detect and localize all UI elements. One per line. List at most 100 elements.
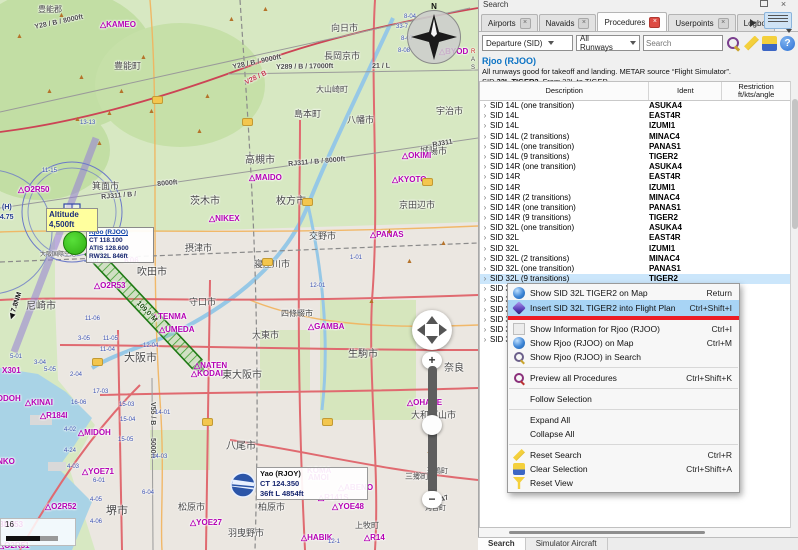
menu-item-show-rjoo-rjoo-in-search[interactable]: Show Rjoo (RJOO) in Search xyxy=(508,350,739,364)
row-expander-icon[interactable]: › xyxy=(480,101,490,111)
pan-left-icon[interactable] xyxy=(417,324,425,336)
tab-close-icon[interactable]: × xyxy=(649,17,660,28)
row-expander-icon[interactable]: › xyxy=(480,305,490,315)
row-expander-icon[interactable]: › xyxy=(480,325,490,335)
row-expander-icon[interactable]: › xyxy=(480,152,490,162)
dock-close-icon[interactable]: × xyxy=(777,0,790,10)
row-expander-icon[interactable]: › xyxy=(480,244,490,254)
zoom-slider-thumb[interactable] xyxy=(422,415,442,435)
column-restriction[interactable]: Restriction ft/kts/angle xyxy=(722,82,790,100)
row-expander-icon[interactable]: › xyxy=(480,142,490,152)
row-expander-icon[interactable]: › xyxy=(480,121,490,131)
table-row[interactable]: ›SID 32L (2 transitions)MINAC4 xyxy=(480,254,790,264)
tab-list-button[interactable] xyxy=(764,12,792,29)
row-description: SID 14L (9 transitions) xyxy=(490,152,649,162)
row-expander-icon[interactable]: › xyxy=(480,132,490,142)
row-expander-icon[interactable]: › xyxy=(480,193,490,203)
bottom-tab-search[interactable]: Search xyxy=(478,538,526,550)
preview-procedures-icon[interactable] xyxy=(726,36,741,51)
map-zoom-slider[interactable]: + − xyxy=(421,352,443,508)
tab-close-icon[interactable]: × xyxy=(718,18,729,29)
chevron-down-icon xyxy=(548,41,554,45)
menu-item-collapse-all[interactable]: Collapse All xyxy=(508,427,739,441)
row-expander-icon[interactable]: › xyxy=(480,111,490,121)
tab-close-icon[interactable]: × xyxy=(578,18,589,29)
departure-filter-select[interactable]: Departure (SID) xyxy=(482,35,573,51)
reset-search-icon[interactable] xyxy=(744,36,759,51)
tab-airports[interactable]: Airports× xyxy=(481,14,538,31)
table-row[interactable]: ›SID 14L (one transition)PANAS1 xyxy=(480,142,790,152)
mountain-peak-icon: ▲ xyxy=(204,93,211,100)
road-shield-icon xyxy=(152,96,163,104)
table-row[interactable]: ›SID 14L (9 transitions)TIGER2 xyxy=(480,152,790,162)
table-horizontal-scrollbar[interactable] xyxy=(479,528,790,537)
menu-item-preview-all-procedures[interactable]: Preview all ProceduresCtrl+Shift+K xyxy=(508,371,739,385)
table-row[interactable]: ›SID 14L (one transition)ASUKA4 xyxy=(480,101,790,111)
menu-item-show-rjoo-rjoo-on-map[interactable]: Show Rjoo (RJOO) on MapCtrl+M xyxy=(508,336,739,350)
table-row[interactable]: ›SID 14R (2 transitions)MINAC4 xyxy=(480,193,790,203)
row-expander-icon[interactable]: › xyxy=(480,162,490,172)
row-expander-icon[interactable]: › xyxy=(480,264,490,274)
table-row[interactable]: ›SID 14REAST4R xyxy=(480,172,790,182)
map-waypoint-label: △O2R50 xyxy=(18,186,50,194)
table-row[interactable]: ›SID 14R (9 transitions)TIGER2 xyxy=(480,213,790,223)
menu-item-insert-sid-32l-tiger2-into-flight-plan[interactable]: Insert SID 32L TIGER2 into Flight PlanCt… xyxy=(508,300,739,316)
pan-up-icon[interactable] xyxy=(426,316,438,324)
row-expander-icon[interactable]: › xyxy=(480,172,490,182)
row-expander-icon[interactable]: › xyxy=(480,335,490,345)
table-row[interactable]: ›SID 14R (one transition)PANAS1 xyxy=(480,203,790,213)
airport-link[interactable]: Rjoo (RJOO) xyxy=(482,56,536,66)
column-description[interactable]: Description xyxy=(480,82,649,100)
bottom-tab-simulator-aircraft[interactable]: Simulator Aircraft xyxy=(526,538,608,550)
dock-float-icon[interactable] xyxy=(757,0,770,10)
runway-filter-select[interactable]: All Runways xyxy=(576,35,640,51)
menu-item-clear-selection[interactable]: Clear SelectionCtrl+Shift+A xyxy=(508,462,739,476)
table-row[interactable]: ›SID 14RIZUMI1 xyxy=(480,183,790,193)
zoom-out-button[interactable]: − xyxy=(422,491,442,508)
table-row[interactable]: ›SID 14R (one transition)ASUKA4 xyxy=(480,162,790,172)
help-icon[interactable]: ? xyxy=(780,36,795,51)
table-vertical-scrollbar[interactable] xyxy=(790,81,798,528)
menu-item-show-sid-32l-tiger2-on-map[interactable]: Show SID 32L TIGER2 on MapReturn xyxy=(508,286,739,300)
row-expander-icon[interactable]: › xyxy=(480,223,490,233)
row-expander-icon[interactable]: › xyxy=(480,254,490,264)
tab-navaids[interactable]: Navaids× xyxy=(539,14,597,31)
tab-userpoints[interactable]: Userpoints× xyxy=(668,14,735,31)
row-expander-icon[interactable]: › xyxy=(480,233,490,243)
table-row[interactable]: ›SID 14LIZUMI1 xyxy=(480,121,790,131)
pan-down-icon[interactable] xyxy=(426,336,438,344)
pan-right-icon[interactable] xyxy=(439,324,447,336)
map-canvas[interactable]: 豊能郡向日市長岡京市豊能町大山崎町宇治市島本町八幡市城陽市高槻市箕面市茨木市枚方… xyxy=(0,0,478,550)
row-expander-icon[interactable]: › xyxy=(480,284,490,294)
menu-item-reset-view[interactable]: Reset View xyxy=(508,476,739,490)
clear-selection-icon[interactable] xyxy=(762,36,777,51)
row-expander-icon[interactable]: › xyxy=(480,183,490,193)
user-aircraft-icon[interactable] xyxy=(63,231,87,255)
row-expander-icon[interactable]: › xyxy=(480,295,490,305)
table-row[interactable]: ›SID 14L (2 transitions)MINAC4 xyxy=(480,132,790,142)
table-row[interactable]: ›SID 32LIZUMI1 xyxy=(480,244,790,254)
menu-item-reset-search[interactable]: Reset SearchCtrl+R xyxy=(508,448,739,462)
row-expander-icon[interactable]: › xyxy=(480,213,490,223)
row-expander-icon[interactable]: › xyxy=(480,274,490,284)
table-row[interactable]: ›SID 32L (one transition)ASUKA4 xyxy=(480,223,790,233)
row-expander-icon[interactable]: › xyxy=(480,203,490,213)
menu-item-follow-selection[interactable]: Follow Selection xyxy=(508,392,739,406)
table-row[interactable]: ›SID 32L (one transition)PANAS1 xyxy=(480,264,790,274)
horizontal-scrollbar-thumb[interactable] xyxy=(509,531,705,534)
vertical-scrollbar-thumb[interactable] xyxy=(792,99,798,229)
tab-scroll-right-icon[interactable] xyxy=(750,19,756,27)
map-junction-label: 11-15 xyxy=(42,168,57,174)
table-row[interactable]: ›SID 14LEAST4R xyxy=(480,111,790,121)
tab-procedures[interactable]: Procedures× xyxy=(597,12,667,31)
row-ident: ASUKA4 xyxy=(649,162,721,172)
map-pan-control[interactable] xyxy=(412,310,452,350)
map-waypoint-label: △MAIDO xyxy=(249,174,282,182)
column-ident[interactable]: Ident xyxy=(649,82,722,100)
procedure-search-input[interactable] xyxy=(643,35,723,51)
row-expander-icon[interactable]: › xyxy=(480,315,490,325)
menu-item-expand-all[interactable]: Expand All xyxy=(508,413,739,427)
table-row[interactable]: ›SID 32LEAST4R xyxy=(480,233,790,243)
tab-close-icon[interactable]: × xyxy=(520,18,531,29)
menu-item-show-information-for-rjoo-rjoo-[interactable]: Show Information for Rjoo (RJOO)Ctrl+I xyxy=(508,322,739,336)
